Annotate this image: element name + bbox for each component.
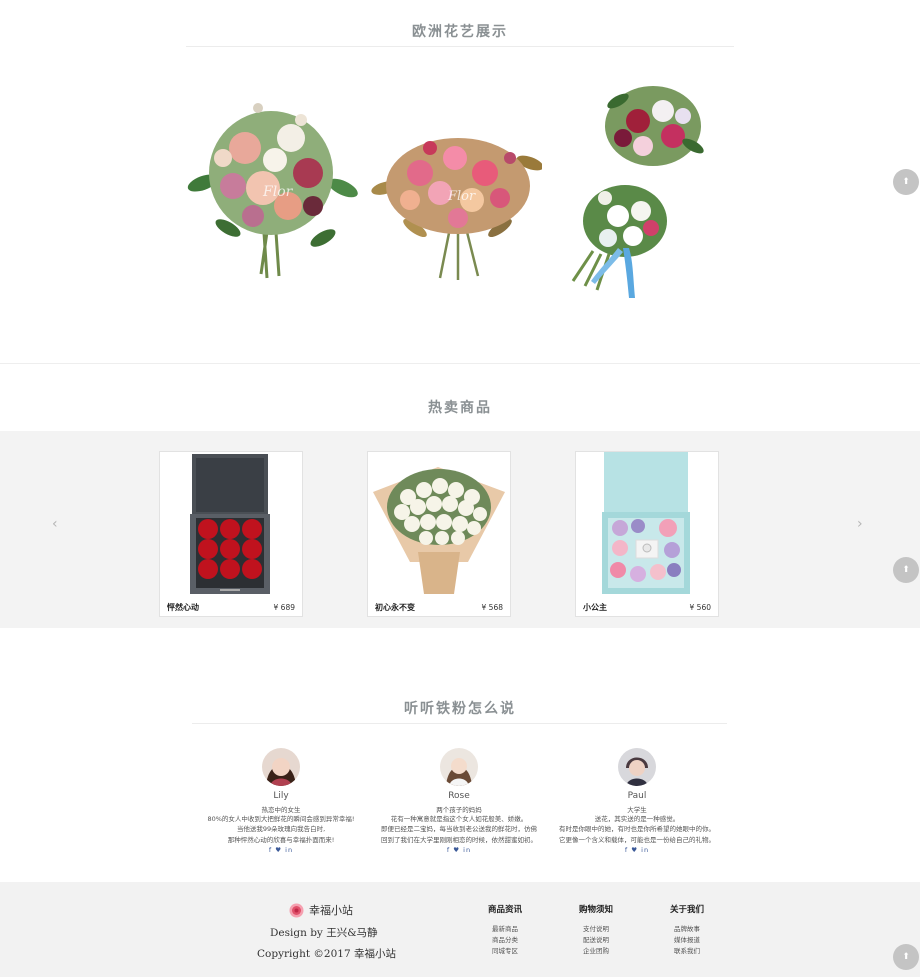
testimonial-lily: Lily 热恋中的女生 80%的女人中收到大把鲜花的瞬间会感到异常幸福! 当他送… (191, 748, 371, 854)
fan-quote-line: 送花，其实送的是一种感觉。 (594, 815, 680, 823)
avatar (262, 748, 300, 786)
social-icons[interactable]: f ♥ in (547, 846, 727, 854)
gallery-title-rule (186, 46, 734, 47)
product-name[interactable]: 小公主 (583, 602, 607, 613)
social-icons[interactable]: f ♥ in (369, 846, 549, 854)
bouquet-image-2[interactable]: Flor (370, 118, 544, 283)
product-price: ¥ 689 (273, 603, 295, 612)
product-card[interactable]: 初心永不变 ¥ 568 (367, 451, 511, 617)
footer-column-news: 商品资讯 最新商品 商品分类 同城专区 (475, 903, 535, 957)
footer-link[interactable]: 联系我们 (657, 946, 717, 957)
footer-column-about: 关于我们 品牌故事 媒体报道 联系我们 (657, 903, 717, 957)
product-price: ¥ 568 (481, 603, 503, 612)
footer-link[interactable]: 商品分类 (475, 935, 535, 946)
back-to-top-button-2[interactable]: ⬆ (893, 557, 919, 583)
footer-link[interactable]: 同城专区 (475, 946, 535, 957)
footer-link[interactable]: 企业团购 (566, 946, 626, 957)
footer-link[interactable]: 最新商品 (475, 924, 535, 935)
fan-quote-line: 即便已经是二宝妈，每当收到老公送我的鲜花时，仿佛 (381, 825, 537, 834)
copyright: Copyright ©2017 幸福小站 (257, 948, 396, 960)
fan-name: Paul (627, 791, 647, 801)
carousel-next-icon[interactable]: › (857, 516, 863, 532)
product-name[interactable]: 初心永不变 (375, 602, 415, 613)
footer: 幸福小站 Design by 王兴&马静 Copyright ©2017 幸福小… (0, 882, 920, 977)
testimonial-rose: Rose 两个孩子的妈妈 花有一种寓意就是指这个女人如花般美、娇嫩。 即便已经是… (369, 748, 549, 854)
product-name[interactable]: 怦然心动 (167, 602, 199, 613)
fan-name: Rose (448, 791, 470, 801)
fan-quote-line: 回到了我们在大学里刚刚相恋的时候，依然甜蜜如初。 (381, 835, 537, 844)
footer-link[interactable]: 配送说明 (566, 935, 626, 946)
section-divider (0, 363, 920, 364)
fan-quote-line: 花有一种寓意就是指这个女人如花般美、娇嫩。 (390, 815, 528, 823)
hot-products-carousel: ‹ › 怦然心动 ¥ 689 初心永不变 ¥ 568 小公主 ¥ 560 (0, 431, 920, 628)
product-card[interactable]: 怦然心动 ¥ 689 (159, 451, 303, 617)
footer-column-title: 购物须知 (578, 905, 613, 915)
back-to-top-button-1[interactable]: ⬆ (893, 169, 919, 195)
footer-link[interactable]: 支付说明 (566, 924, 626, 935)
fan-name: Lily (273, 791, 289, 801)
fan-quote-line: 当他送我99朵玫瑰向我告白时, (236, 825, 326, 834)
bouquet-image-1[interactable]: Flor (183, 78, 361, 283)
fan-quote-line: 80%的女人中收到大把鲜花的瞬间会感到异常幸福! (207, 815, 355, 823)
fan-quote-line: 有时是你眼中的她，有时也是你所希望的她眼中的你。 (559, 825, 715, 834)
testimonial-paul: Paul 大学生 送花，其实送的是一种感觉。 有时是你眼中的她，有时也是你所希望… (547, 748, 727, 854)
back-to-top-button-3[interactable]: ⬆ (893, 944, 919, 970)
fan-quote-line: 那种怦然心动的欣喜与幸福扑面而来! (227, 835, 335, 844)
social-icons[interactable]: f ♥ in (191, 846, 371, 854)
product-image-white-bouquet[interactable] (368, 452, 510, 595)
footer-brand[interactable]: 幸福小站 (289, 902, 353, 918)
avatar (618, 748, 656, 786)
product-image-flower-box[interactable] (576, 452, 718, 595)
footer-link[interactable]: 媒体报道 (657, 935, 717, 946)
svg-text:Flor: Flor (447, 189, 476, 204)
svg-text:Flor: Flor (262, 184, 294, 200)
bouquet-image-3[interactable] (563, 76, 723, 301)
footer-column-title: 商品资讯 (487, 905, 522, 915)
fan-role: 热恋中的女生 (261, 806, 301, 814)
design-credit: Design by 王兴&马静 (270, 927, 378, 939)
product-price: ¥ 560 (689, 603, 711, 612)
fan-role: 大学生 (627, 806, 647, 814)
flower-logo-icon (289, 903, 304, 917)
brand-name: 幸福小站 (309, 904, 353, 917)
hot-title: 热卖商品 (428, 400, 492, 416)
avatar (440, 748, 478, 786)
fan-role: 两个孩子的妈妈 (436, 806, 482, 814)
fans-title: 听听铁粉怎么说 (404, 701, 516, 717)
product-image-rose-box[interactable] (160, 452, 302, 595)
fans-title-rule (192, 723, 727, 724)
carousel-prev-icon[interactable]: ‹ (52, 516, 58, 532)
footer-link[interactable]: 品牌故事 (657, 924, 717, 935)
gallery-title: 欧洲花艺展示 (412, 24, 508, 40)
footer-column-shopping: 购物须知 支付说明 配送说明 企业团购 (566, 903, 626, 957)
product-card[interactable]: 小公主 ¥ 560 (575, 451, 719, 617)
footer-column-title: 关于我们 (669, 905, 704, 915)
fan-quote-line: 它更像一个含义和载体，可能也是一份给自己的礼物。 (559, 835, 715, 844)
